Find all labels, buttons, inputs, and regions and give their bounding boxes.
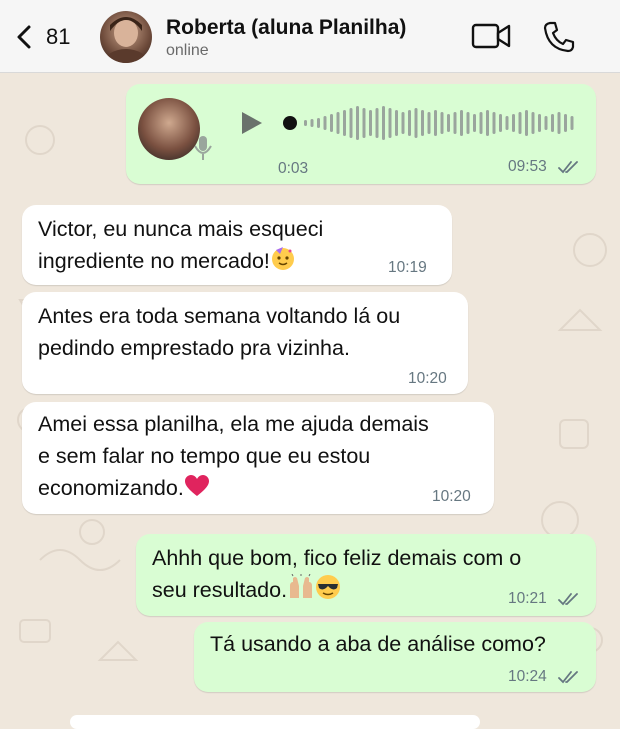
waveform-bar <box>518 112 522 134</box>
message-line: economizando. <box>38 476 184 500</box>
waveform-bar <box>492 112 496 134</box>
message-line: Tá usando a aba de análise como? <box>210 632 546 656</box>
waveform-bar <box>486 110 489 136</box>
waveform-bar <box>505 116 509 130</box>
double-check-icon <box>558 671 578 684</box>
unread-count: 81 <box>46 24 71 49</box>
waveform-bar <box>570 116 574 130</box>
waveform-bar <box>512 114 515 132</box>
waveform-bar <box>349 108 353 138</box>
waveform-bar <box>427 112 431 134</box>
message-line: pedindo emprestado pra vizinha. <box>38 336 350 360</box>
waveform-bar <box>362 108 366 138</box>
waveform-bar <box>336 112 340 134</box>
voice-message-bubble[interactable]: 0:03 09:53 <box>126 84 596 184</box>
contact-name[interactable]: Roberta (aluna Planilha) <box>166 16 406 40</box>
video-call-icon[interactable] <box>470 20 512 52</box>
waveform-bar <box>330 114 333 132</box>
waveform-bar <box>460 110 463 136</box>
waveform-bar <box>304 120 307 126</box>
waveform-bar <box>317 118 320 128</box>
waveform-bar <box>434 110 437 136</box>
party-face-emoji-icon <box>271 247 294 270</box>
message-time: 10:19 <box>388 259 427 276</box>
waveform-bar <box>414 108 418 138</box>
sunglasses-face-emoji-icon <box>316 575 341 599</box>
waveform-bar <box>525 110 528 136</box>
message-time: 10:20 <box>432 488 471 505</box>
message-time: 10:21 <box>508 590 547 607</box>
waveform-bar <box>466 112 470 134</box>
waveform-bar <box>499 114 502 132</box>
contact-avatar[interactable] <box>100 11 152 63</box>
waveform-bar <box>473 114 476 132</box>
waveform-bar <box>375 108 379 138</box>
waveform-bar <box>544 116 548 130</box>
message-text: Tá usando a aba de análise como? <box>210 628 546 660</box>
double-check-icon <box>558 593 578 606</box>
red-heart-emoji-icon <box>184 475 209 496</box>
incoming-message[interactable]: Victor, eu nunca mais esqueci ingredient… <box>22 205 452 285</box>
waveform-bar <box>440 112 444 134</box>
waveform-bar <box>356 106 359 140</box>
incoming-message[interactable]: Amei essa planilha, ela me ajuda demais … <box>22 402 494 514</box>
raising-hands-emoji-icon <box>290 574 313 598</box>
waveform-bar <box>479 112 483 134</box>
waveform-bar <box>557 112 561 134</box>
incoming-message[interactable]: Antes era toda semana voltando lá ou ped… <box>22 292 468 394</box>
sender-avatar <box>138 98 200 160</box>
message-line: seu resultado. <box>152 578 288 602</box>
waveform-bar <box>408 110 411 136</box>
play-icon[interactable] <box>238 110 264 136</box>
message-line: Antes era toda semana voltando lá ou <box>38 304 401 328</box>
chat-header: 81 Roberta (aluna Planilha) online <box>0 0 620 73</box>
waveform-bar <box>564 114 567 132</box>
message-line: Amei essa planilha, ela me ajuda demais <box>38 412 429 436</box>
waveform-bar <box>395 110 398 136</box>
phone-call-icon[interactable] <box>542 20 576 54</box>
message-time: 10:24 <box>508 668 547 685</box>
message-text: Antes era toda semana voltando lá ou ped… <box>38 300 400 364</box>
double-check-icon <box>558 161 578 174</box>
message-input-edge[interactable] <box>70 715 480 729</box>
waveform-bar <box>323 116 327 130</box>
waveform-bar <box>551 114 554 132</box>
message-time: 09:53 <box>508 158 547 175</box>
message-line: ingrediente no mercado! <box>38 249 270 273</box>
waveform-bar <box>310 119 314 127</box>
chevron-left-icon <box>17 25 31 49</box>
message-text: Ahhh que bom, fico feliz demais com o se… <box>152 542 521 606</box>
back-button[interactable]: 81 <box>14 20 70 54</box>
contact-status: online <box>166 42 209 59</box>
avatar-image <box>104 17 148 63</box>
audio-waveform[interactable] <box>282 102 582 144</box>
waveform-bar <box>538 114 541 132</box>
message-line: Victor, eu nunca mais esqueci <box>38 217 324 241</box>
playback-position-dot[interactable] <box>283 116 297 130</box>
message-text: Victor, eu nunca mais esqueci ingredient… <box>38 213 323 277</box>
waveform-bar <box>447 114 450 132</box>
message-line: e sem falar no tempo que eu estou <box>38 444 371 468</box>
waveform-bar <box>388 108 392 138</box>
message-time: 10:20 <box>408 370 447 387</box>
waveform-bar <box>343 110 346 136</box>
outgoing-message[interactable]: Tá usando a aba de análise como? 10:24 <box>194 622 596 692</box>
voice-duration: 0:03 <box>278 160 309 177</box>
microphone-icon <box>194 136 212 160</box>
waveform-bar <box>369 110 372 136</box>
waveform-bar <box>531 112 535 134</box>
message-text: Amei essa planilha, ela me ajuda demais … <box>38 408 429 504</box>
message-line: Ahhh que bom, fico feliz demais com o <box>152 546 522 570</box>
outgoing-message[interactable]: Ahhh que bom, fico feliz demais com o se… <box>136 534 596 616</box>
waveform-bar <box>401 112 405 134</box>
waveform-bar <box>453 112 457 134</box>
waveform-bar <box>382 106 385 140</box>
waveform-bar <box>421 110 424 136</box>
